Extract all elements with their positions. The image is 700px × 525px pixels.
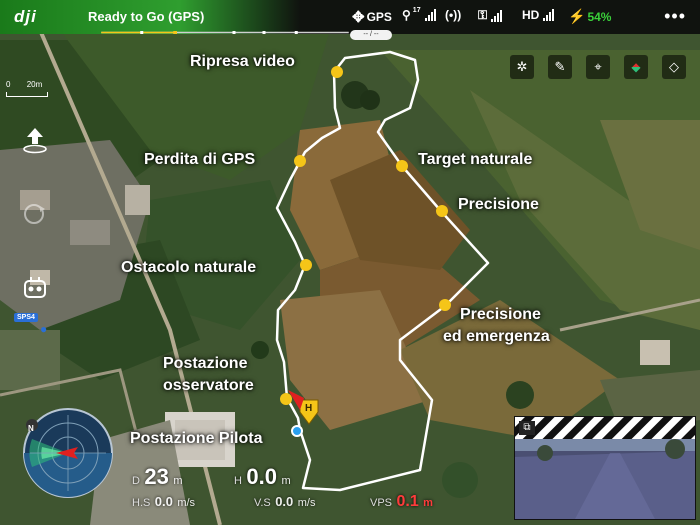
label-precisione-emergenza-line1: Precisione	[460, 306, 541, 323]
telemetry-height: H 0.0 m	[234, 464, 291, 490]
telemetry-vps: VPS 0.1 m	[370, 493, 433, 511]
battery-icon: ⚡	[568, 8, 586, 24]
clear-path-button[interactable]: ✎	[548, 55, 572, 79]
flight-status-text[interactable]: Ready to Go (GPS)	[88, 9, 204, 24]
battery-status[interactable]: ⚡ 54%	[568, 8, 611, 25]
radar-wave-icon: (•))	[445, 8, 462, 22]
signal-bars-icon	[424, 9, 436, 21]
scale-end-label: 20m	[26, 80, 43, 89]
distance-value: 23	[144, 464, 169, 489]
eraser-icon: ✎	[554, 59, 566, 74]
vspeed-unit: m/s	[297, 497, 316, 509]
locate-button[interactable]: ⌖	[586, 55, 610, 79]
label-precisione: Precisione	[458, 196, 539, 213]
vps-unit: m	[423, 497, 433, 509]
map-pin-icon: ●	[40, 322, 48, 336]
label-postazione-osservatore-line2: osservatore	[163, 377, 254, 394]
loop-icon	[24, 204, 45, 224]
rc-settings-button[interactable]	[22, 275, 48, 301]
label-postazione-osservatore-line1: Postazione	[163, 355, 248, 372]
switch-view-icon[interactable]: ⧉	[519, 421, 535, 435]
obstacle-sensing-status[interactable]: (•))	[445, 8, 461, 22]
controller-icon: ⚿	[478, 8, 488, 22]
distance-unit: m	[173, 475, 183, 487]
vps-label: VPS	[370, 497, 393, 509]
telemetry-vspeed: V.S 0.0 m/s	[254, 493, 315, 511]
dji-go-map-screen: H dji Ready to Go (GPS) ✥ GPS ⚲ 17 (•)) …	[0, 0, 700, 525]
label-precisione-emergenza-line2: ed emergenza	[443, 328, 550, 345]
rc-signal-bars-icon	[491, 9, 503, 22]
orientation-button[interactable]: ◆	[624, 55, 648, 79]
remote-controller-signal[interactable]: ⚿	[478, 8, 503, 23]
map-scale: 0 20m	[6, 80, 48, 97]
hspeed-unit: m/s	[177, 497, 196, 509]
label-postazione-pilota: Postazione Pilota	[130, 430, 263, 447]
hd-video-signal[interactable]: HD	[522, 8, 555, 22]
height-unit: m	[281, 475, 291, 487]
crosshair-icon: ⌖	[594, 59, 602, 74]
dji-logo[interactable]: dji	[14, 7, 37, 27]
telemetry-distance: D 23 m	[132, 464, 183, 490]
home-marker-letter: H	[305, 403, 313, 414]
label-target-naturale: Target naturale	[418, 151, 533, 168]
height-value: 0.0	[246, 464, 277, 489]
scale-start-label: 0	[6, 80, 11, 89]
top-status-bar: dji Ready to Go (GPS) ✥ GPS ⚲ 17 (•)) ⚿ …	[0, 0, 700, 34]
scale-bar	[6, 92, 48, 97]
layers-icon: ◇	[669, 59, 679, 74]
label-ripresa-video: Ripresa video	[190, 53, 295, 70]
map-layers-button[interactable]: ◇	[662, 55, 686, 79]
gps-label: GPS	[366, 10, 392, 24]
label-perdita-gps: Perdita di GPS	[144, 151, 256, 168]
label-ostacolo-naturale: Ostacolo naturale	[121, 259, 257, 276]
camera-preview[interactable]: ⧉	[514, 416, 696, 520]
height-label: H	[234, 475, 242, 487]
satellite-signal[interactable]: ⚲ 17	[402, 6, 436, 22]
drone-icon: ✥	[352, 9, 365, 26]
hspeed-label: H.S	[132, 497, 151, 509]
gps-signal-meter: -- / --	[350, 30, 392, 40]
sps-badge: SPS4	[14, 313, 38, 322]
intelligent-mode-button[interactable]	[20, 200, 48, 228]
flight-progress-bar	[101, 31, 349, 34]
telemetry-hspeed: H.S 0.0 m/s	[132, 493, 195, 511]
distance-label: D	[132, 475, 140, 487]
settings-icon: ✲	[516, 59, 528, 74]
compass-icon: ◆	[631, 60, 641, 74]
controller-icon	[24, 277, 46, 298]
hd-label: HD	[522, 8, 540, 22]
takeoff-icon	[23, 128, 47, 154]
radar-north-label: N	[28, 424, 34, 433]
vspeed-label: V.S	[254, 497, 271, 509]
battery-percent: 54%	[587, 9, 612, 24]
hd-signal-bars-icon	[543, 9, 555, 21]
vps-value: 0.1	[396, 493, 419, 510]
map-settings-button[interactable]: ✲	[510, 55, 534, 79]
vspeed-value: 0.0	[275, 494, 294, 509]
aircraft-gps-status[interactable]: ✥ GPS	[352, 8, 392, 26]
camera-feed	[515, 417, 695, 519]
hspeed-value: 0.0	[154, 494, 173, 509]
satellite-icon: ⚲	[402, 8, 411, 22]
takeoff-button[interactable]	[22, 126, 48, 154]
attitude-radar[interactable]	[22, 407, 114, 499]
satellite-count: 17	[412, 6, 421, 14]
more-menu-button[interactable]: •••	[664, 6, 686, 27]
